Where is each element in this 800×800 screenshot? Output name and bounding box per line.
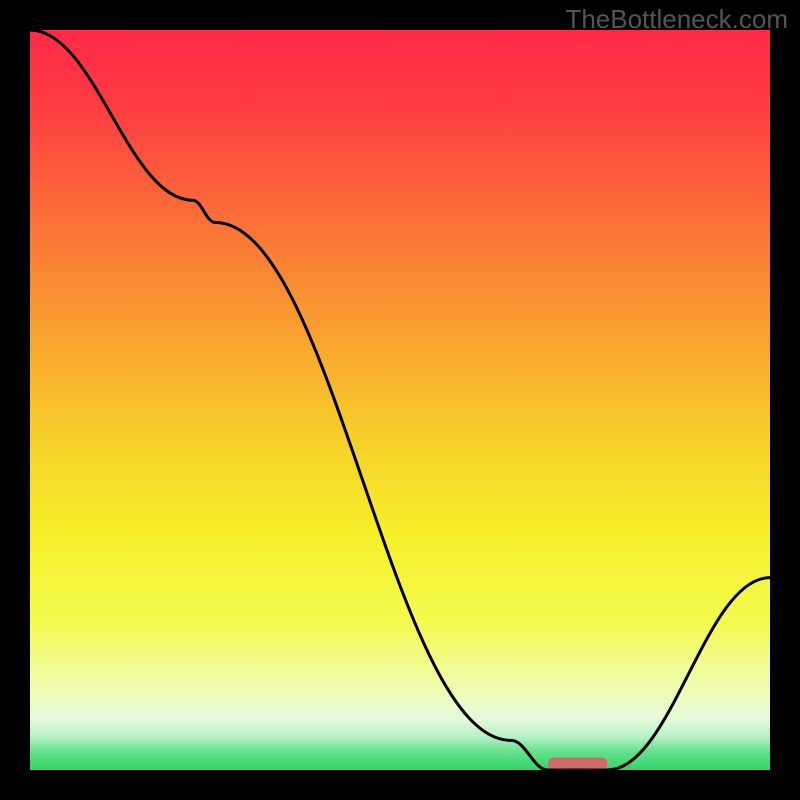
gradient-background — [30, 30, 770, 770]
watermark-text: TheBottleneck.com — [565, 4, 788, 35]
chart-plot-area — [30, 30, 770, 770]
bottleneck-chart — [30, 30, 770, 770]
optimal-range-marker — [548, 758, 607, 770]
